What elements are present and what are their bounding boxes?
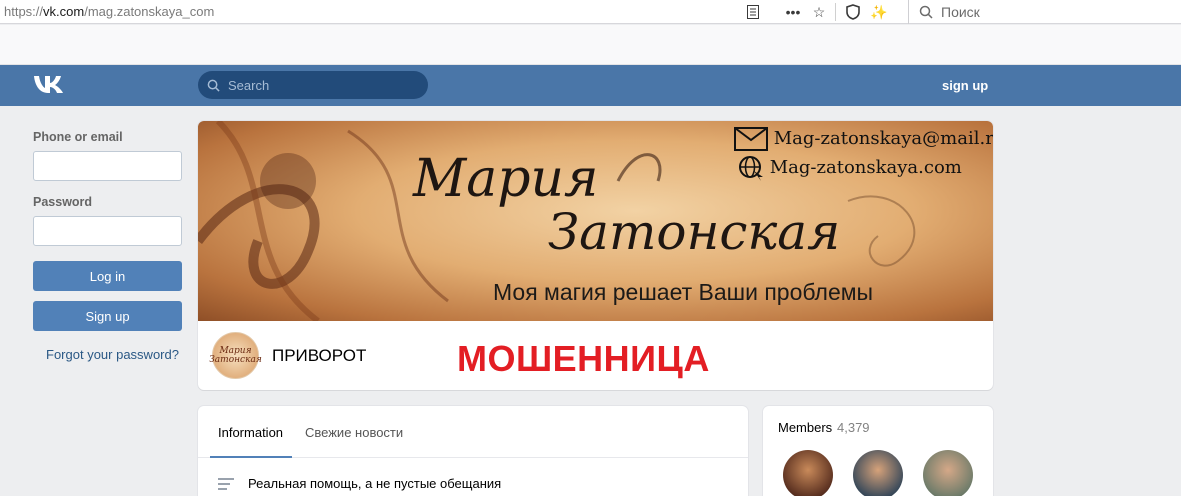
fraud-overlay-label: МОШЕННИЦА bbox=[457, 338, 710, 379]
forgot-password-link[interactable]: Forgot your password? bbox=[33, 347, 182, 362]
members-title[interactable]: Members bbox=[778, 420, 832, 435]
members-card: Members 4,379 bbox=[763, 406, 993, 496]
phone-label: Phone or email bbox=[33, 130, 123, 144]
cover-image: Mag-zatonskaya@mail.ru Mag-zatonskaya.co… bbox=[198, 121, 993, 321]
header-signup-link[interactable]: sign up bbox=[942, 78, 988, 93]
group-cover-card: Mag-zatonskaya@mail.ru Mag-zatonskaya.co… bbox=[198, 121, 993, 390]
tab-information[interactable]: Information bbox=[218, 425, 283, 440]
envelope-icon bbox=[734, 127, 774, 151]
description-icon bbox=[218, 477, 234, 490]
search-icon bbox=[207, 79, 220, 92]
cover-email: Mag-zatonskaya@mail.ru bbox=[734, 127, 993, 151]
member-avatar[interactable] bbox=[853, 450, 903, 496]
browser-toolbar: https://vk.com/mag.zatonskaya_com ••• ☆ … bbox=[0, 0, 1181, 24]
password-field[interactable] bbox=[33, 216, 182, 246]
info-card: Information Свежие новости Реальная помо… bbox=[198, 406, 748, 496]
url-domain: vk.com bbox=[43, 4, 85, 19]
cover-name-last: Затонская bbox=[548, 203, 841, 261]
site-search-placeholder: Search bbox=[228, 77, 270, 93]
signup-button[interactable]: Sign up bbox=[33, 301, 182, 331]
active-tab-indicator bbox=[210, 456, 292, 458]
magic-wand-icon[interactable]: ✨ bbox=[866, 0, 892, 24]
group-header: Мария Затонская ПРИВОРОТ МОШЕННИЦА bbox=[198, 321, 993, 390]
description-row: Реальная помощь, а не пустые обещания bbox=[218, 476, 501, 491]
cover-name-first: Мария bbox=[413, 149, 599, 209]
tab-news[interactable]: Свежие новости bbox=[305, 425, 403, 440]
search-icon bbox=[919, 5, 933, 19]
group-name: ПРИВОРОТ bbox=[272, 346, 367, 365]
members-count: 4,379 bbox=[837, 420, 870, 435]
site-search-input[interactable]: Search bbox=[198, 71, 428, 99]
url-path: /mag.zatonskaya_com bbox=[84, 4, 215, 19]
description-text: Реальная помощь, а не пустые обещания bbox=[248, 476, 502, 491]
address-actions: ••• ☆ ✨ bbox=[740, 0, 892, 24]
browser-search-box[interactable]: Поиск bbox=[908, 0, 1181, 24]
password-label: Password bbox=[33, 195, 93, 209]
more-actions-icon[interactable]: ••• bbox=[780, 0, 806, 24]
cover-site-text: Mag-zatonskaya.com bbox=[769, 157, 962, 178]
site-header: Search sign up bbox=[0, 65, 1181, 106]
cover-site: Mag-zatonskaya.com bbox=[739, 155, 962, 181]
member-avatar[interactable] bbox=[923, 450, 973, 496]
bookmark-star-icon[interactable]: ☆ bbox=[806, 0, 832, 24]
reader-view-icon[interactable] bbox=[740, 0, 766, 24]
member-avatar[interactable] bbox=[783, 450, 833, 496]
cover-slogan: Моя магия решает Ваши проблемы bbox=[493, 279, 874, 305]
info-tabs: Information Свежие новости bbox=[198, 406, 748, 458]
browser-search-placeholder: Поиск bbox=[941, 4, 980, 20]
cover-email-text: Mag-zatonskaya@mail.ru bbox=[773, 128, 993, 149]
shield-icon[interactable] bbox=[840, 0, 866, 24]
address-bar[interactable]: https://vk.com/mag.zatonskaya_com bbox=[4, 4, 214, 19]
group-avatar[interactable]: Мария Затонская bbox=[209, 332, 262, 379]
login-form: Phone or email Password Log in Sign up F… bbox=[33, 130, 182, 362]
phone-email-field[interactable] bbox=[33, 151, 182, 181]
login-button[interactable]: Log in bbox=[33, 261, 182, 291]
bookmarks-bar bbox=[0, 25, 1181, 65]
url-scheme: https:// bbox=[4, 4, 44, 19]
vk-logo-icon[interactable] bbox=[33, 74, 67, 96]
toolbar-divider bbox=[835, 3, 836, 21]
